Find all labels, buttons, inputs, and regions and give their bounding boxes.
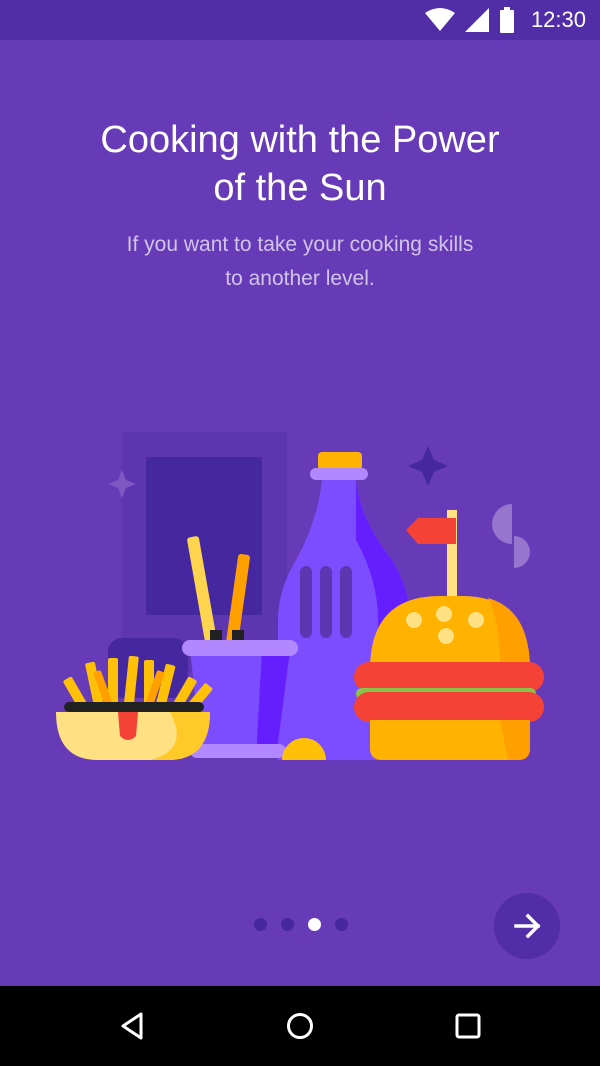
subtitle-line-1: If you want to take your cooking skills — [126, 233, 474, 256]
signal-icon — [464, 8, 489, 32]
arrow-right-icon — [514, 913, 541, 939]
page-dot-2[interactable] — [281, 918, 294, 931]
title-line-2: of the Sun — [213, 167, 387, 209]
recents-button[interactable] — [448, 1006, 488, 1046]
page-dot-1[interactable] — [254, 918, 267, 931]
back-button[interactable] — [112, 1006, 152, 1046]
subtitle-line-2: to another level. — [225, 267, 375, 290]
next-button[interactable] — [494, 893, 560, 959]
recents-icon — [455, 1013, 481, 1039]
page-subtitle: If you want to take your cooking skills … — [0, 228, 600, 296]
page-dot-3-active[interactable] — [308, 918, 321, 931]
title-line-1: Cooking with the Power — [100, 119, 500, 161]
food-illustration — [56, 432, 544, 760]
page-title: Cooking with the Power of the Sun — [0, 116, 600, 212]
battery-icon — [499, 7, 514, 33]
status-time: 12:30 — [530, 7, 586, 32]
home-button[interactable] — [280, 1006, 320, 1046]
page-dot-4[interactable] — [335, 918, 348, 931]
home-icon — [287, 1013, 313, 1039]
wifi-icon — [424, 8, 455, 31]
navigation-bar — [0, 986, 600, 1066]
status-bar: 12:30 — [0, 0, 600, 40]
back-icon — [121, 1012, 143, 1040]
